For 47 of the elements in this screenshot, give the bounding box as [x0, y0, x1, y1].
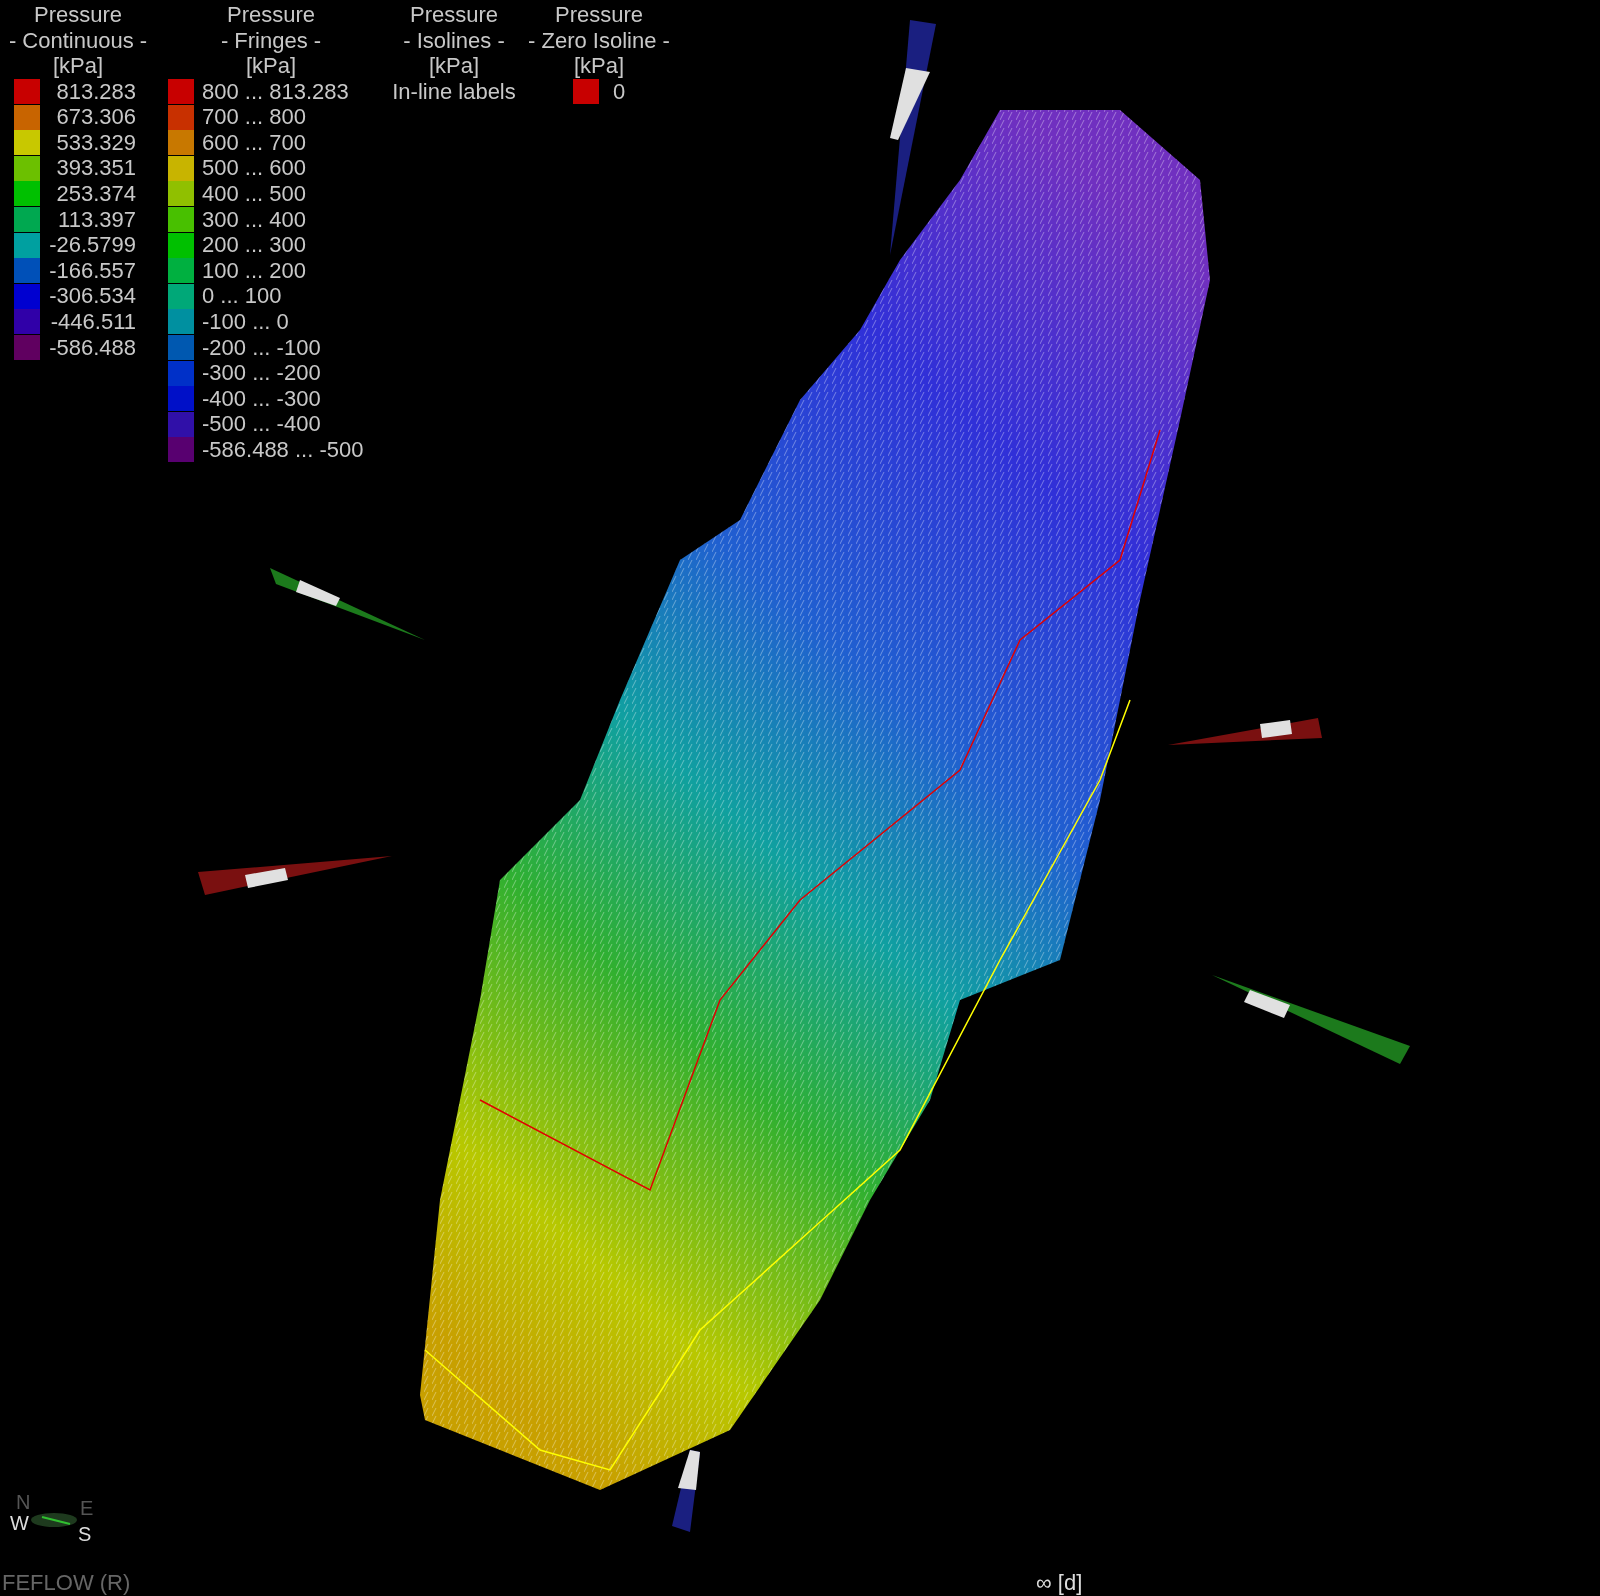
legend-value: 0 — [611, 78, 626, 105]
legend-unit: [kPa] — [52, 53, 104, 79]
legend-value: -306.534 — [48, 283, 136, 310]
legend-value: 813.283 — [55, 78, 136, 105]
legend-value: -586.488 — [48, 334, 136, 361]
legend-value: 113.397 — [57, 206, 136, 233]
legend-value: 0 ... 100 — [202, 283, 283, 310]
legend-value: 533.329 — [55, 129, 136, 156]
time-label: ∞ [d] — [1036, 1570, 1083, 1596]
legend-value: 400 ... 500 — [202, 180, 306, 207]
compass-label: W — [10, 1513, 29, 1533]
compass-label: E — [80, 1498, 94, 1518]
legend-value: -26.5799 — [48, 232, 136, 259]
legend-title: Pressure — [409, 2, 498, 28]
legend-value: 700 ... 800 — [202, 104, 306, 131]
legend-value: -200 ... -100 — [202, 334, 321, 361]
legend-title: Pressure — [33, 2, 122, 28]
compass-drawing — [30, 1512, 78, 1528]
compass-label: N — [16, 1492, 31, 1512]
legend-value: -300 ... -200 — [202, 360, 321, 387]
legend-value: 200 ... 300 — [202, 232, 306, 259]
legend-unit: [kPa] — [245, 53, 297, 79]
legend-value: 800 ... 813.283 — [202, 78, 349, 105]
legend-title: Pressure — [554, 2, 643, 28]
legend-note: In-line labels — [392, 78, 516, 105]
legend-value: -500 ... -400 — [202, 411, 321, 438]
legend-subtitle: - Zero Isoline - — [528, 27, 670, 54]
legend-value: 673.306 — [55, 104, 136, 131]
product-label: FEFLOW (R) — [2, 1570, 131, 1596]
legend-value: 393.351 — [55, 155, 136, 182]
legend-value: 500 ... 600 — [202, 155, 306, 182]
legend-value: 600 ... 700 — [202, 129, 306, 156]
legend-value: -166.557 — [48, 257, 136, 284]
legend-value: 300 ... 400 — [202, 206, 306, 233]
legend-value: 100 ... 200 — [202, 257, 306, 284]
legend-value: -586.488 ... -500 — [202, 436, 364, 463]
legend-subtitle: - Continuous - — [8, 27, 148, 54]
legend-unit: [kPa] — [573, 53, 625, 79]
legend-subtitle: - Isolines - — [403, 27, 505, 54]
legend-value: -400 ... -300 — [202, 385, 321, 412]
legend-title: Pressure — [226, 2, 315, 28]
legend-subtitle: - Fringes - — [220, 27, 322, 54]
compass-label: S — [78, 1524, 92, 1544]
legend-value: 253.374 — [55, 180, 136, 207]
legend-value: -446.511 — [49, 308, 136, 335]
legend-value: -100 ... 0 — [202, 308, 290, 335]
legend-unit: [kPa] — [428, 53, 480, 79]
